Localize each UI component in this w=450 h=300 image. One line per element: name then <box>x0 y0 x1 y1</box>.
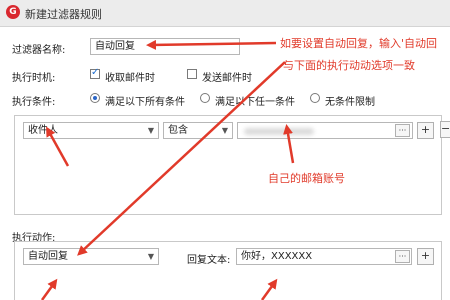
app-logo-icon: G <box>6 5 20 19</box>
action-type-select[interactable]: 自动回复 ▼ <box>23 248 159 265</box>
radio-no-condition[interactable] <box>310 93 320 103</box>
condition-field-select[interactable]: 收件人 ▼ <box>23 122 159 139</box>
add-condition-button[interactable]: + <box>417 122 434 139</box>
reply-text-input[interactable]: 你好，XXXXXX <box>236 248 412 265</box>
reply-text-label: 回复文本: <box>187 255 231 266</box>
chevron-down-icon: ▼ <box>147 252 154 261</box>
dialog-body: 过滤器名称: 自动回复 执行时机: 收取邮件时 发送邮件时 执行条件: 满足以下… <box>0 27 450 300</box>
radio-no-condition-label: 无条件限制 <box>325 97 375 108</box>
receive-mail-checkbox[interactable] <box>90 67 100 79</box>
window-title: 新建过滤器规则 <box>25 8 102 21</box>
exec-time-label: 执行时机: <box>12 73 56 84</box>
send-mail-label: 发送邮件时 <box>202 73 252 84</box>
chevron-down-icon: ▼ <box>147 126 154 135</box>
chevron-down-icon: ▼ <box>221 126 228 135</box>
filter-name-input[interactable]: 自动回复 <box>90 38 240 55</box>
condition-field-value: 收件人 <box>28 125 58 136</box>
condition-operator-select[interactable]: 包含 ▼ <box>163 122 233 139</box>
annotation-note-1-line-2: 与下面的执行动动选项一致 <box>283 59 415 72</box>
remove-condition-button[interactable]: − <box>440 121 450 138</box>
annotation-note-2: 自己的邮箱账号 <box>268 172 345 185</box>
annotation-note-1-line-1: 如要设置自动回复，输入'自动回 <box>280 37 438 50</box>
receive-mail-label: 收取邮件时 <box>105 73 155 84</box>
filter-name-label: 过滤器名称: <box>12 45 66 56</box>
actions-panel: 自动回复 ▼ 回复文本: 你好，XXXXXX ··· + <box>14 241 442 300</box>
radio-any-condition[interactable] <box>200 93 210 103</box>
reply-more-button[interactable]: ··· <box>395 250 410 263</box>
radio-all-conditions[interactable] <box>90 93 100 103</box>
condition-value-input[interactable] <box>237 122 413 139</box>
conditions-panel: 收件人 ▼ 包含 ▼ ··· + <box>14 115 442 215</box>
radio-all-conditions-label: 满足以下所有条件 <box>105 97 185 108</box>
condition-operator-value: 包含 <box>168 125 188 136</box>
add-action-button[interactable]: + <box>417 248 434 265</box>
exec-condition-label: 执行条件: <box>12 97 56 108</box>
condition-more-button[interactable]: ··· <box>395 124 410 137</box>
titlebar: G 新建过滤器规则 <box>0 0 450 27</box>
radio-any-condition-label: 满足以下任一条件 <box>215 97 295 108</box>
action-type-value: 自动回复 <box>28 251 68 262</box>
send-mail-checkbox[interactable] <box>187 69 197 79</box>
redacted-email <box>244 128 314 135</box>
